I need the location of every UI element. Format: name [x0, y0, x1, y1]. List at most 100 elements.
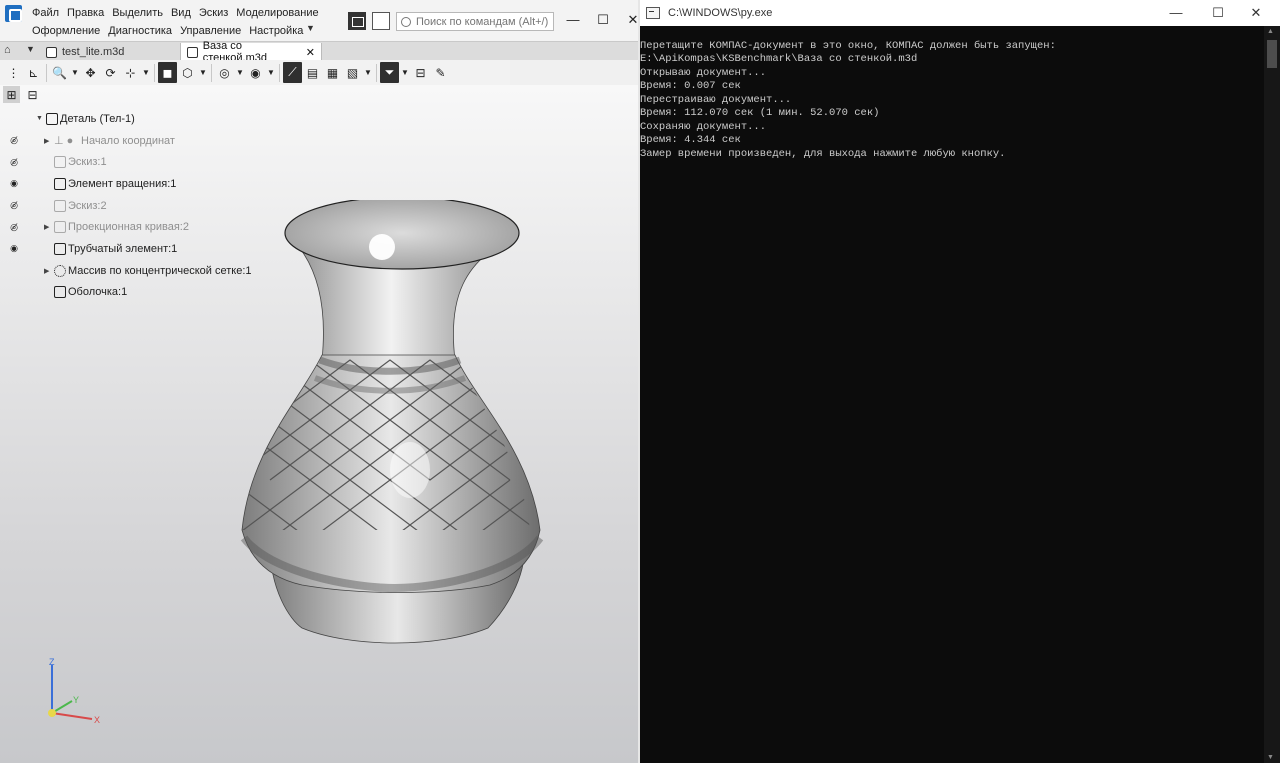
visibility-dropdown-icon[interactable]: ▼: [266, 68, 276, 77]
section-view-icon[interactable]: ⟋: [283, 62, 302, 83]
console-title-bar: C:\WINDOWS\py.exe — ☐ ✕: [640, 0, 1280, 26]
view-toolbar: ⋮ ⊾ 🔍 ▼ ✥ ⟳ ⊹ ▼ ◼ ⬡ ▼ ◎ ▼ ◉ ▼ ⟋ ▤ ▦ ▧ ▼ …: [0, 60, 510, 85]
collapse-icon[interactable]: ▼: [36, 115, 43, 122]
hidden-eye-icon[interactable]: ◎̸: [7, 200, 21, 211]
tree-item[interactable]: ◎̸ Эскиз:1: [0, 151, 300, 173]
tree-item-label: Начало координат: [81, 134, 175, 147]
tree-item[interactable]: ◎̸ ▶ ⊥ ● Начало координат: [0, 130, 300, 152]
menu-view[interactable]: Вид: [167, 6, 195, 20]
tree-root-label: Деталь (Тел-1): [60, 112, 135, 125]
hidden-eye-icon[interactable]: ◎̸: [7, 157, 21, 168]
console-window: C:\WINDOWS\py.exe — ☐ ✕ Перетащите КОМПА…: [640, 0, 1280, 763]
document-icon: [187, 46, 198, 58]
console-title: C:\WINDOWS\py.exe: [668, 7, 773, 19]
eye-icon[interactable]: ◉: [7, 243, 21, 254]
eye-icon[interactable]: ◉: [7, 178, 21, 189]
expand-icon[interactable]: ▶: [44, 267, 49, 275]
menu-overflow-icon[interactable]: ▼: [306, 23, 315, 33]
tree-item[interactable]: ◉ Элемент вращения:1: [0, 173, 300, 195]
hidden-eye-icon[interactable]: ◎̸: [7, 222, 21, 233]
display-mode-dropdown-icon[interactable]: ▼: [198, 68, 208, 77]
menu-bar: Файл Правка Выделить Вид Эскиз Моделиров…: [0, 0, 638, 42]
console-maximize-button[interactable]: ☐: [1208, 5, 1228, 21]
menu-design[interactable]: Оформление: [28, 24, 104, 38]
maximize-button[interactable]: ☐: [595, 12, 611, 28]
revolve-icon: [54, 177, 66, 190]
camera-view-icon[interactable]: [372, 12, 390, 30]
snapshot-dropdown-icon[interactable]: ▼: [363, 68, 373, 77]
hidden-eye-icon[interactable]: ◎̸: [7, 135, 21, 146]
panel-layout-icon[interactable]: [348, 12, 366, 30]
document-icon: [46, 46, 57, 58]
layers-icon[interactable]: ▤: [303, 62, 322, 83]
menu-row-2: Оформление Диагностика Управление Настро…: [28, 24, 307, 38]
scroll-down-icon[interactable]: ▼: [1267, 754, 1274, 761]
x-axis-label: X: [94, 715, 100, 725]
properties-icon[interactable]: ▦: [323, 62, 342, 83]
pen-icon[interactable]: ✎: [431, 62, 450, 83]
window-controls: — ☐ ✕: [565, 12, 639, 28]
snapshot-icon[interactable]: ▧: [343, 62, 362, 83]
kompas-window: Файл Правка Выделить Вид Эскиз Моделиров…: [0, 0, 638, 763]
vase-model[interactable]: [230, 200, 560, 650]
shell-icon: [54, 286, 66, 299]
sketch-icon: [54, 156, 66, 169]
projection-curve-icon: [54, 221, 66, 234]
close-button[interactable]: ✕: [625, 12, 638, 28]
pattern-icon: [54, 264, 66, 277]
console-output[interactable]: Перетащите КОМПАС-документ в это окно, К…: [640, 26, 1262, 188]
tab-close-button[interactable]: ✕: [306, 46, 315, 59]
origin-icon: ⊥ ●: [54, 135, 74, 148]
part-icon: [46, 112, 58, 125]
zoom-dropdown-icon[interactable]: ▼: [70, 68, 80, 77]
orient-icon[interactable]: ⊹: [121, 62, 140, 83]
tab-list-dropdown-icon[interactable]: ▼: [26, 44, 35, 54]
menu-settings[interactable]: Настройка: [245, 24, 307, 38]
menu-modeling[interactable]: Моделирование: [232, 6, 322, 20]
pan-icon[interactable]: ✥: [81, 62, 100, 83]
console-line: Время: 112.070 сек (1 мин. 52.070 сек): [640, 107, 880, 119]
console-line: Перетащите КОМПАС-документ в это окно, К…: [640, 39, 1056, 52]
tab-vase[interactable]: Ваза со стенкой.m3d ✕: [180, 40, 322, 64]
expand-icon[interactable]: ▶: [44, 223, 49, 231]
tree-structure-icon[interactable]: ⊞: [3, 86, 20, 103]
tree-history-icon[interactable]: ⊟: [24, 86, 41, 103]
tab-test-lite[interactable]: test_lite.m3d: [40, 43, 180, 61]
layout-buttons: [348, 12, 390, 30]
command-search[interactable]: [396, 12, 554, 31]
wireframe-view-icon[interactable]: ⬡: [178, 62, 197, 83]
search-input[interactable]: [416, 15, 551, 28]
coordinate-triad: Z Y X: [48, 657, 100, 725]
menu-select[interactable]: Выделить: [108, 6, 167, 20]
menu-diagnostics[interactable]: Диагностика: [104, 24, 176, 38]
scroll-up-icon[interactable]: ▲: [1267, 28, 1274, 35]
menu-file[interactable]: Файл: [28, 6, 63, 20]
minimize-button[interactable]: —: [565, 12, 581, 28]
shaded-view-icon[interactable]: ◼: [158, 62, 177, 83]
scroll-thumb[interactable]: [1267, 40, 1277, 68]
menu-sketch[interactable]: Эскиз: [195, 6, 232, 20]
visibility-icon[interactable]: ◉: [246, 62, 265, 83]
zoom-icon[interactable]: 🔍: [50, 62, 69, 83]
console-minimize-button[interactable]: —: [1166, 5, 1186, 20]
tree-root[interactable]: ▼ Деталь (Тел-1): [0, 108, 300, 130]
home-icon[interactable]: ⌂: [4, 44, 18, 57]
measure-icon[interactable]: ⊟: [411, 62, 430, 83]
console-close-button[interactable]: ✕: [1246, 5, 1266, 21]
console-scrollbar[interactable]: ▲ ▼: [1264, 26, 1280, 763]
y-axis-label: Y: [73, 695, 79, 705]
expand-icon[interactable]: ▶: [44, 137, 49, 145]
menu-edit[interactable]: Правка: [63, 6, 108, 20]
rotate-icon[interactable]: ⟳: [101, 62, 120, 83]
sketch-icon: [54, 199, 66, 212]
filter-icon[interactable]: ⏷: [380, 62, 399, 83]
console-line: E:\ApiKompas\KSBenchmark\Ваза со стенкой…: [640, 53, 918, 65]
orient-dropdown-icon[interactable]: ▼: [141, 68, 151, 77]
document-tabs: ⌂ ▼ test_lite.m3d Ваза со стенкой.m3d ✕: [0, 40, 638, 64]
menu-control[interactable]: Управление: [176, 24, 245, 38]
filter-dropdown-icon[interactable]: ▼: [400, 68, 410, 77]
hide-dropdown-icon[interactable]: ▼: [235, 68, 245, 77]
hide-icon[interactable]: ◎: [215, 62, 234, 83]
tab-label: test_lite.m3d: [62, 46, 125, 58]
view-orientation-icon[interactable]: ⊾: [24, 62, 43, 83]
